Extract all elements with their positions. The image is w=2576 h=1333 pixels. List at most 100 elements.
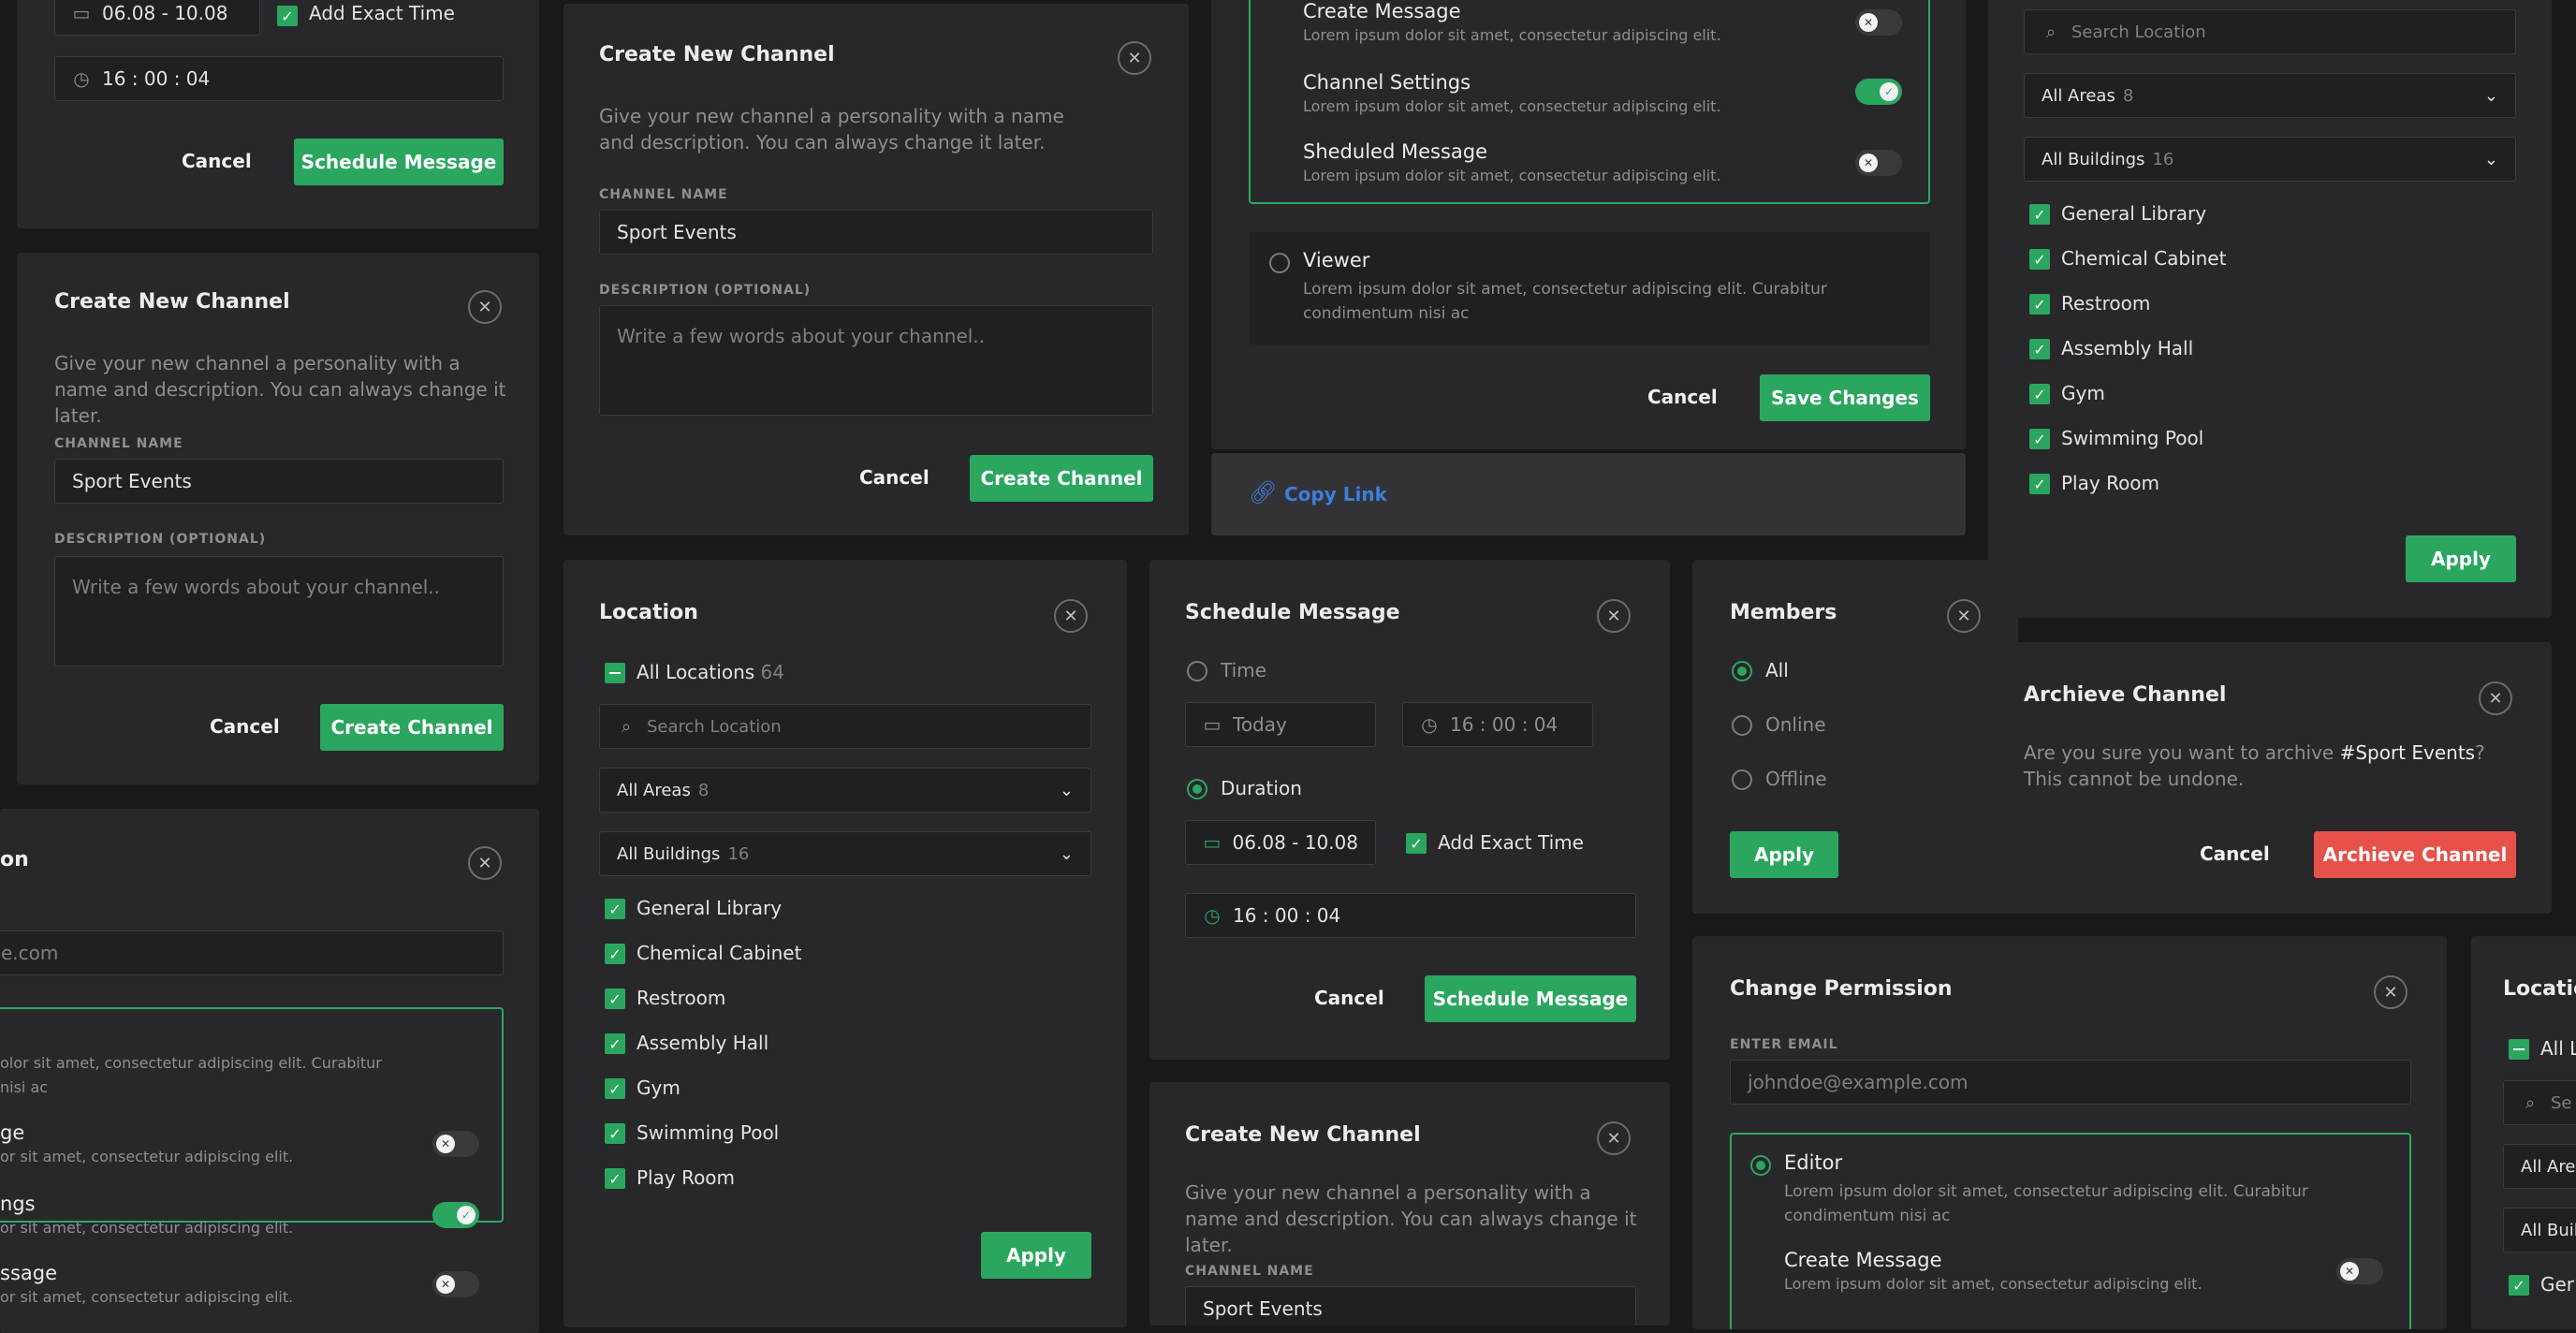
date-range-input[interactable]: ▭ 06.08 - 10.08 (54, 0, 260, 36)
buildings-dropdown[interactable]: All Buildings 16 ⌄ (599, 831, 1091, 876)
close-icon[interactable]: ✕ (2374, 975, 2408, 1009)
checkbox-chemical-cabinet[interactable]: ✓ (2029, 249, 2050, 270)
apply-button[interactable]: Apply (981, 1232, 1091, 1279)
all-locations-checkbox[interactable] (2509, 1039, 2529, 1060)
card-description: Give your new channel a personality with… (54, 352, 506, 427)
close-icon[interactable]: ✕ (1947, 599, 1981, 633)
search-input[interactable]: ⌕ Search Location (2024, 9, 2516, 54)
description-textarea[interactable]: Write a few words about your channel.. (54, 556, 504, 666)
add-exact-time-checkbox[interactable]: ✓ (277, 6, 298, 26)
channel-settings-toggle[interactable]: ✓ (432, 1202, 479, 1228)
card-title: Create New Channel (599, 43, 835, 66)
members-offline-radio[interactable] (1732, 769, 1752, 790)
date-input[interactable]: ▭ Today (1185, 702, 1376, 747)
chevron-down-icon: ⌄ (2483, 149, 2498, 169)
time-input[interactable]: ◷ 16 : 00 : 04 (1402, 702, 1593, 747)
checkbox-restroom[interactable]: ✓ (2029, 294, 2050, 315)
checkbox-gym[interactable]: ✓ (2029, 384, 2050, 404)
members-online-radio[interactable] (1732, 715, 1752, 736)
channel-name-input[interactable]: Sport Events (54, 459, 504, 504)
archive-channel-button[interactable]: Archieve Channel (2314, 831, 2516, 878)
cancel-button[interactable]: Cancel (1314, 987, 1384, 1009)
checkbox-restroom[interactable]: ✓ (605, 989, 625, 1009)
description-textarea[interactable]: Write a few words about your channel.. (599, 305, 1153, 416)
areas-dropdown[interactable]: All Are (2503, 1144, 2576, 1189)
copy-link-button[interactable]: Copy Link (1284, 483, 1387, 505)
close-icon[interactable]: ✕ (1597, 599, 1631, 633)
close-icon[interactable]: ✕ (1118, 41, 1151, 75)
editor-radio[interactable] (1750, 1155, 1771, 1176)
scheduled-message-title: Sheduled Message (1303, 140, 1487, 163)
schedule-message-button[interactable]: Schedule Message (294, 139, 504, 185)
exact-time-input[interactable]: ◷ 16 : 00 : 04 (54, 56, 504, 101)
chevron-down-icon: ⌄ (2483, 85, 2498, 106)
close-icon[interactable]: ✕ (2479, 681, 2512, 715)
create-channel-card-top: Create New Channel ✕ Give your new chann… (564, 4, 1189, 535)
channel-settings-desc: Lorem ipsum dolor sit amet, consectetur … (1303, 97, 1721, 115)
duration-radio[interactable] (1187, 779, 1208, 799)
apply-button[interactable]: Apply (2406, 535, 2516, 582)
checkbox-swimming-pool[interactable]: ✓ (2029, 429, 2050, 449)
scheduled-message-toggle[interactable]: ✕ (1855, 150, 1902, 176)
cancel-button[interactable]: Cancel (210, 715, 280, 738)
cancel-button[interactable]: Cancel (182, 150, 252, 172)
email-input[interactable]: johndoe@example.com (1730, 1060, 2411, 1105)
areas-dropdown[interactable]: All Areas 8 ⌄ (599, 768, 1091, 813)
create-message-title: Create Message (1784, 1249, 1942, 1271)
cancel-button[interactable]: Cancel (859, 466, 929, 489)
create-message-toggle[interactable]: ✕ (1855, 9, 1902, 36)
toggle-on-icon: ✓ (457, 1206, 476, 1224)
time-radio[interactable] (1187, 661, 1208, 681)
create-message-toggle[interactable]: ✕ (2336, 1258, 2383, 1284)
checkbox-assembly-hall[interactable]: ✓ (605, 1033, 625, 1054)
add-exact-time-checkbox[interactable]: ✓ (1406, 833, 1427, 854)
cancel-button[interactable]: Cancel (2200, 842, 2270, 865)
item-restroom: Restroom (637, 987, 726, 1009)
checkbox-gym[interactable]: ✓ (605, 1078, 625, 1099)
checkbox-item[interactable]: ✓ (2509, 1275, 2529, 1296)
buildings-dropdown[interactable]: All Buildings 16 ⌄ (2024, 137, 2516, 182)
close-icon[interactable]: ✕ (1597, 1121, 1631, 1155)
search-icon: ⌕ (2045, 22, 2056, 42)
item-play-room: Play Room (637, 1166, 736, 1189)
card-description: Give your new channel a personality with… (599, 105, 1064, 154)
date-range-input[interactable]: ▭ 06.08 - 10.08 (1185, 820, 1376, 865)
close-icon[interactable]: ✕ (1054, 599, 1088, 633)
search-input[interactable]: ⌕ Search Location (599, 704, 1091, 749)
search-icon: ⌕ (621, 716, 632, 737)
checkbox-assembly-hall[interactable]: ✓ (2029, 339, 2050, 359)
search-input[interactable]: ⌕ Se (2503, 1080, 2576, 1125)
buildings-dropdown[interactable]: All Buil (2503, 1208, 2576, 1252)
scheduled-message-desc: Lorem ipsum dolor sit amet, consectetur … (1303, 167, 1721, 184)
create-message-desc: Lorem ipsum dolor sit amet, consectetur … (1784, 1275, 2203, 1293)
checkbox-play-room[interactable]: ✓ (2029, 474, 2050, 494)
members-offline-label: Offline (1765, 768, 1827, 790)
checkbox-general-library[interactable]: ✓ (2029, 204, 2050, 225)
areas-dropdown[interactable]: All Areas 8 ⌄ (2024, 73, 2516, 118)
channel-settings-toggle[interactable]: ✓ (1855, 79, 1902, 105)
viewer-radio[interactable] (1269, 253, 1290, 273)
close-icon[interactable]: ✕ (468, 290, 502, 324)
apply-button[interactable]: Apply (1730, 831, 1838, 878)
members-all-radio[interactable] (1732, 661, 1752, 681)
channel-name-input[interactable]: Sport Events (599, 210, 1153, 255)
location-card-bottom-right-partial: Locatio All L ⌕Se All Are All Buil ✓ Ger (2471, 936, 2576, 1329)
save-changes-button[interactable]: Save Changes (1760, 374, 1930, 421)
close-icon[interactable]: ✕ (468, 846, 502, 880)
create-channel-button[interactable]: Create Channel (970, 455, 1153, 502)
members-card: Members ✕ All Online Offline Apply (1692, 560, 2018, 914)
schedule-message-button[interactable]: Schedule Message (1425, 975, 1636, 1022)
scheduled-message-toggle[interactable]: ✕ (432, 1271, 479, 1297)
checkbox-play-room[interactable]: ✓ (605, 1168, 625, 1189)
checkbox-swimming-pool[interactable]: ✓ (605, 1123, 625, 1144)
role-description-2: nisi ac (0, 1078, 49, 1096)
exact-time-input[interactable]: ◷ 16 : 00 : 04 (1185, 893, 1636, 938)
cancel-button[interactable]: Cancel (1647, 386, 1718, 408)
create-channel-button[interactable]: Create Channel (320, 704, 504, 751)
checkbox-general-library[interactable]: ✓ (605, 899, 625, 919)
checkbox-chemical-cabinet[interactable]: ✓ (605, 944, 625, 964)
email-input[interactable]: e.com (0, 930, 504, 975)
channel-name-input[interactable]: Sport Events (1185, 1286, 1636, 1326)
all-locations-checkbox[interactable] (605, 663, 625, 683)
create-message-toggle[interactable]: ✕ (432, 1131, 479, 1157)
